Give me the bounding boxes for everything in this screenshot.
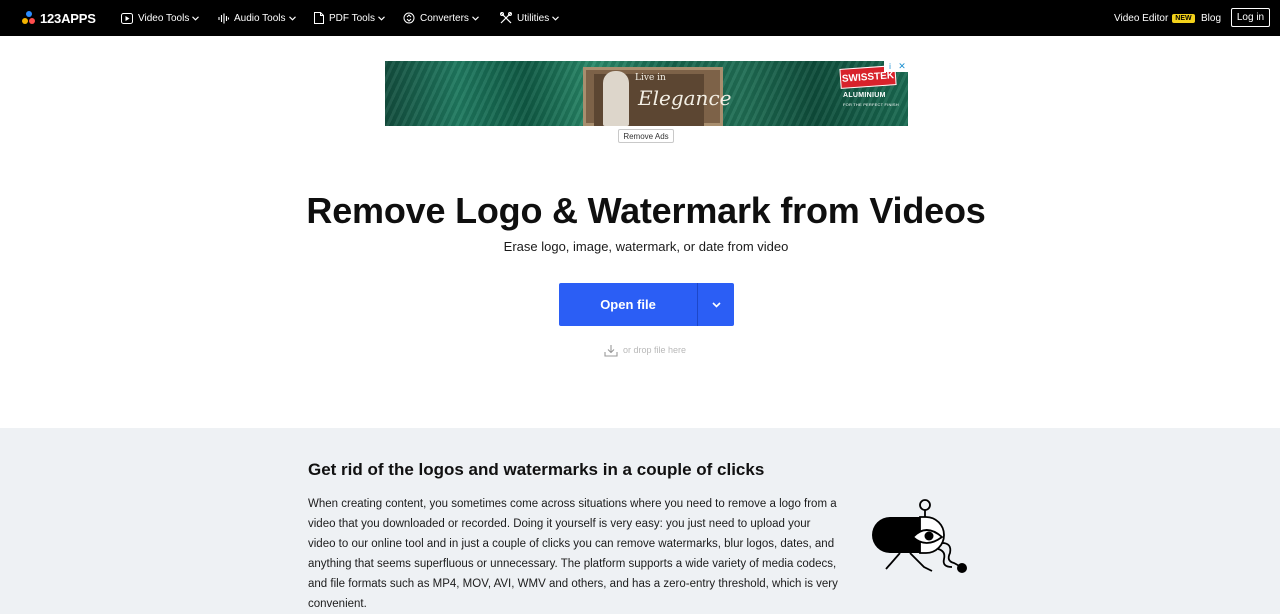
ad-brand-sub: ALUMINIUM xyxy=(843,92,886,99)
nav-audio-tools-label: Audio Tools xyxy=(234,12,286,24)
chevron-down-icon xyxy=(192,15,200,21)
nav-blog[interactable]: Blog xyxy=(1201,9,1221,27)
top-nav: 123APPS Video Tools Audio Tools PDF Tool… xyxy=(0,0,1280,36)
chevron-down-icon xyxy=(378,15,385,21)
nav-converters-label: Converters xyxy=(420,12,469,24)
nav-video-tools[interactable]: Video Tools xyxy=(121,9,200,27)
nav-audio-tools[interactable]: Audio Tools xyxy=(218,9,296,27)
open-file-options-button[interactable] xyxy=(698,283,734,326)
nav-video-tools-label: Video Tools xyxy=(138,12,190,24)
nav-converters[interactable]: Converters xyxy=(403,9,479,27)
open-file-label: Open file xyxy=(600,297,656,312)
chevron-down-icon xyxy=(472,15,479,21)
page-title: Remove Logo & Watermark from Videos xyxy=(306,190,986,231)
logo-mark-icon xyxy=(22,11,36,25)
nav-blog-label: Blog xyxy=(1201,12,1222,24)
logo[interactable]: 123APPS xyxy=(22,9,96,27)
download-tray-icon xyxy=(604,344,618,357)
tools-icon xyxy=(500,12,512,24)
nav-pdf-tools[interactable]: PDF Tools xyxy=(314,9,385,27)
chevron-down-icon xyxy=(711,301,721,308)
page-subtitle: Erase logo, image, watermark, or date fr… xyxy=(503,239,789,254)
new-badge: NEW xyxy=(1172,13,1195,23)
open-file-button[interactable]: Open file xyxy=(559,283,734,326)
login-button[interactable]: Log in xyxy=(1231,8,1270,27)
ad-brand-tagline: FOR THE PERFECT FINISH xyxy=(843,102,899,107)
chevron-down-icon xyxy=(552,15,560,21)
eye-character-illustration xyxy=(872,499,967,573)
nav-video-editor-label: Video Editor xyxy=(1114,12,1169,24)
pdf-file-icon xyxy=(314,12,324,24)
nav-utilities-label: Utilities xyxy=(517,12,550,24)
nav-utilities[interactable]: Utilities xyxy=(500,9,560,27)
ad-banner[interactable]: Live in Elegance SWISSTEK ALUMINIUM FOR … xyxy=(385,61,908,126)
convert-icon xyxy=(403,12,415,24)
ad-close-icon[interactable]: ✕ xyxy=(896,61,908,72)
ad-person-image xyxy=(603,71,629,126)
nav-pdf-tools-label: PDF Tools xyxy=(329,12,375,24)
remove-ads-button[interactable]: Remove Ads xyxy=(618,129,674,143)
section-body: When creating content, you sometimes com… xyxy=(308,498,838,610)
chevron-down-icon xyxy=(288,15,296,21)
section-title: Get rid of the logos and watermarks in a… xyxy=(308,460,765,479)
ad-headline-big: Elegance xyxy=(638,86,732,110)
drop-zone-hint[interactable]: or drop file here xyxy=(604,343,686,357)
video-icon xyxy=(121,12,133,24)
drop-hint-text: or drop file here xyxy=(623,345,687,355)
audio-wave-icon xyxy=(218,13,229,23)
ad-info-icon[interactable]: i xyxy=(884,61,896,72)
logo-text: 123APPS xyxy=(40,10,96,26)
ad-headline-small: Live in xyxy=(635,73,666,83)
nav-video-editor[interactable]: Video Editor NEW xyxy=(1114,9,1195,27)
